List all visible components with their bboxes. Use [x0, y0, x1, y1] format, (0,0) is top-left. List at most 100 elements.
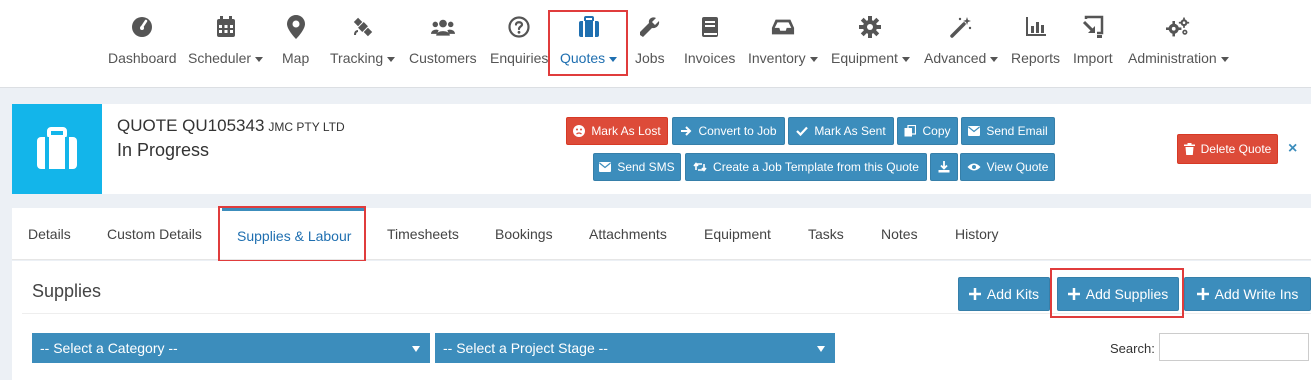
copy-label: Copy — [922, 124, 951, 138]
satellite-icon — [351, 14, 375, 40]
close-icon[interactable]: × — [1288, 140, 1297, 158]
project-stage-select[interactable]: -- Select a Project Stage -- — [435, 333, 835, 363]
nav-tracking[interactable]: Tracking — [330, 14, 396, 74]
nav-label: Reports — [1011, 50, 1061, 66]
caret-down-icon — [990, 56, 999, 62]
nav-label: Administration — [1128, 50, 1217, 66]
nav-label: Enquiries — [490, 50, 549, 66]
customer-name: JMC PTY LTD — [268, 120, 345, 134]
nav-administration[interactable]: Administration — [1128, 14, 1229, 74]
nav-map[interactable]: Map — [282, 14, 309, 74]
tab-bar: Details Custom Details Supplies & Labour… — [12, 208, 1311, 260]
nav-import[interactable]: Import — [1073, 14, 1113, 74]
send-sms-label: Send SMS — [617, 160, 675, 174]
search-input[interactable] — [1159, 333, 1309, 361]
delete-quote-button[interactable]: Delete Quote — [1177, 134, 1278, 164]
check-icon — [796, 126, 809, 137]
delete-quote-label: Delete Quote — [1200, 142, 1272, 156]
import-icon — [1081, 14, 1105, 40]
plus-icon — [1196, 288, 1209, 300]
caret-down-icon — [255, 56, 264, 62]
highlight-box-quotes — [548, 10, 628, 76]
add-kits-button[interactable]: Add Kits — [958, 277, 1050, 311]
tab-timesheets[interactable]: Timesheets — [387, 208, 459, 260]
tab-custom-details[interactable]: Custom Details — [107, 208, 202, 260]
tab-bookings[interactable]: Bookings — [495, 208, 553, 260]
nav-jobs[interactable]: Jobs — [635, 14, 665, 74]
mark-as-sent-button[interactable]: Mark As Sent — [788, 117, 894, 145]
dashboard-gauge-icon — [130, 14, 154, 40]
nav-advanced[interactable]: Advanced — [924, 14, 999, 74]
nav-label: Tracking — [330, 50, 384, 66]
nav-inventory[interactable]: Inventory — [748, 14, 818, 74]
nav-label: Equipment — [831, 50, 898, 66]
create-job-template-label: Create a Job Template from this Quote — [713, 160, 919, 174]
calendar-icon — [214, 14, 238, 40]
send-email-label: Send Email — [986, 124, 1048, 138]
view-quote-label: View Quote — [986, 160, 1049, 174]
nav-label: Map — [282, 50, 310, 66]
add-write-ins-label: Add Write Ins — [1214, 286, 1299, 302]
nav-label: Customers — [409, 50, 477, 66]
project-stage-select-value: -- Select a Project Stage -- — [443, 340, 608, 356]
inbox-tray-icon — [771, 14, 795, 40]
wrench-icon — [638, 14, 662, 40]
tab-history[interactable]: History — [955, 208, 999, 260]
nav-label: Jobs — [635, 50, 665, 66]
convert-to-job-button[interactable]: Convert to Job — [672, 117, 785, 145]
caret-down-icon — [1220, 56, 1229, 62]
create-job-template-button[interactable]: Create a Job Template from this Quote — [685, 153, 927, 181]
nav-scheduler[interactable]: Scheduler — [188, 14, 264, 74]
frown-icon — [573, 125, 586, 137]
add-kits-label: Add Kits — [986, 286, 1040, 302]
mark-as-lost-label: Mark As Lost — [591, 124, 661, 138]
nav-label: Inventory — [748, 50, 806, 66]
tab-attachments[interactable]: Attachments — [589, 208, 667, 260]
category-select[interactable]: -- Select a Category -- — [32, 333, 430, 363]
map-marker-icon — [284, 14, 308, 40]
category-select-value: -- Select a Category -- — [40, 340, 178, 356]
tab-notes[interactable]: Notes — [881, 208, 918, 260]
nav-enquiries[interactable]: Enquiries — [490, 14, 548, 74]
cog-icon — [858, 14, 882, 40]
nav-customers[interactable]: Customers — [409, 14, 477, 74]
caret-down-icon — [809, 56, 818, 62]
nav-dashboard[interactable]: Dashboard — [108, 14, 177, 74]
download-icon — [938, 161, 950, 173]
send-email-button[interactable]: Send Email — [961, 117, 1055, 145]
retweet-icon — [693, 162, 707, 172]
users-icon — [430, 14, 455, 40]
search-label: Search: — [1110, 341, 1155, 356]
copy-button[interactable]: Copy — [897, 117, 958, 145]
supplies-title: Supplies — [32, 281, 102, 301]
nav-invoices[interactable]: Invoices — [684, 14, 735, 74]
question-circle-icon — [507, 14, 531, 40]
highlight-box-add-supplies — [1050, 268, 1184, 318]
caret-down-icon — [387, 56, 396, 62]
view-quote-button[interactable]: View Quote — [960, 153, 1055, 181]
nav-label: Import — [1073, 50, 1113, 66]
cogs-icon — [1166, 14, 1190, 40]
caret-down-icon — [817, 346, 825, 352]
copy-icon — [904, 125, 917, 137]
envelope-icon — [599, 162, 612, 172]
caret-down-icon — [901, 56, 910, 62]
tab-details[interactable]: Details — [28, 208, 71, 260]
highlight-box-supplies-tab — [218, 206, 366, 262]
arrow-right-icon — [681, 126, 692, 136]
add-write-ins-button[interactable]: Add Write Ins — [1184, 277, 1311, 311]
quote-title: QUOTE QU105343 JMC PTY LTD — [117, 116, 345, 136]
mark-as-lost-button[interactable]: Mark As Lost — [566, 117, 668, 145]
download-quote-button[interactable] — [930, 153, 958, 181]
nav-label: Scheduler — [188, 50, 252, 66]
tab-equipment[interactable]: Equipment — [704, 208, 771, 260]
nav-reports[interactable]: Reports — [1011, 14, 1060, 74]
trash-icon — [1183, 143, 1195, 155]
nav-equipment[interactable]: Equipment — [831, 14, 910, 74]
eye-icon — [967, 163, 981, 171]
quote-number: QUOTE QU105343 — [117, 116, 265, 135]
send-sms-button[interactable]: Send SMS — [593, 153, 681, 181]
plus-icon — [968, 288, 981, 300]
magic-wand-icon — [949, 14, 973, 40]
tab-tasks[interactable]: Tasks — [808, 208, 844, 260]
